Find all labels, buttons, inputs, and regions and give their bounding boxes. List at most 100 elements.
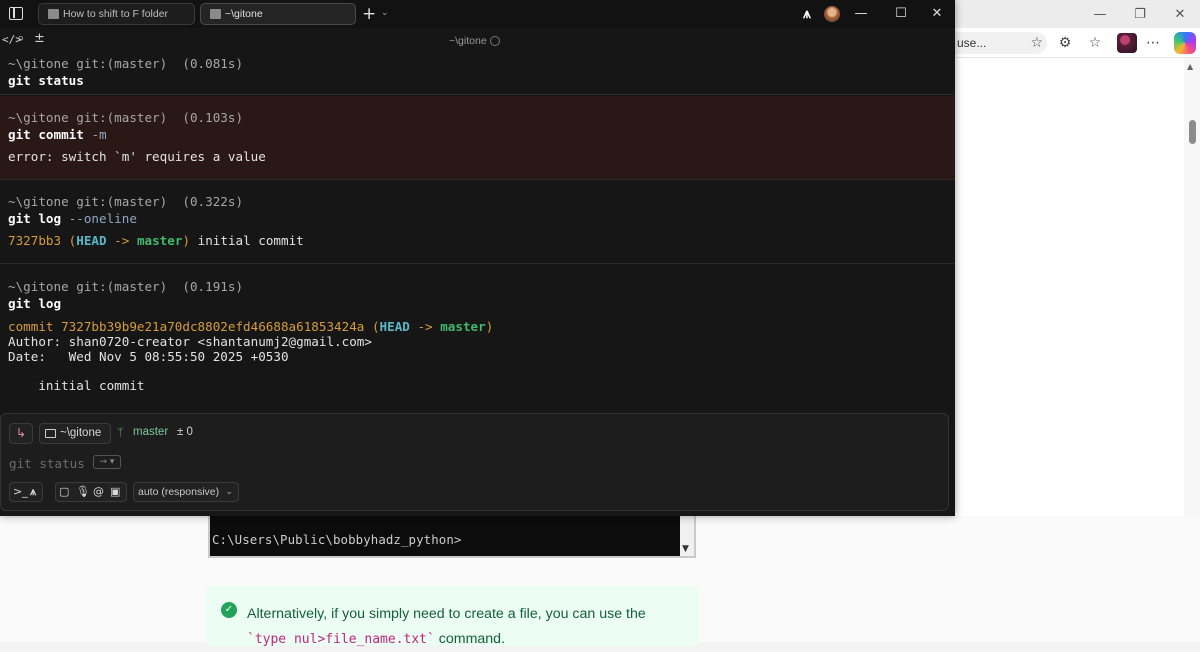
block-output: 7327bb3 (HEAD -> master) initial commit	[8, 233, 304, 248]
maximize-button[interactable]: ☐	[891, 4, 911, 24]
block-prompt: ~\gitone git:(master) (0.191s)	[8, 279, 244, 294]
search-icon[interactable]: ⌕	[17, 31, 24, 46]
warp-logo-icon[interactable]: ⩚	[803, 6, 811, 22]
sidebar-toggle-icon[interactable]	[9, 7, 23, 20]
extensions-icon[interactable]: ⚙	[1055, 33, 1075, 53]
ref-arrow: ->	[409, 319, 441, 334]
browser-minimize-button[interactable]: —	[1080, 0, 1120, 28]
favorite-star-icon[interactable]: ☆	[1030, 32, 1043, 54]
block-prompt: ~\gitone git:(master) (0.081s)	[8, 56, 244, 71]
image-icon[interactable]: ▣	[110, 485, 120, 498]
autosuggest-accept-key[interactable]: → ▾	[93, 455, 121, 469]
copilot-icon[interactable]	[1174, 32, 1196, 54]
cwd-label: ~\gitone	[60, 427, 102, 439]
diff-count: ± 0	[177, 426, 193, 438]
tab-menu-chevron-icon[interactable]: ⌄	[381, 8, 389, 18]
commit-line: commit 7327bb39b9e21a70dc8802efd46688a61…	[8, 319, 493, 334]
minimize-button[interactable]: —	[851, 4, 871, 24]
command-flag: --oneline	[68, 211, 137, 226]
date-line: Date: Wed Nov 5 08:55:50 2025 +0530	[8, 349, 289, 364]
console-scrollbar: ▼	[680, 516, 694, 556]
command-block[interactable]: ~\gitone git:(master) (0.081s) git statu…	[0, 52, 955, 95]
tip-code: `type nul>file_name.txt`	[247, 632, 435, 647]
model-label: auto (responsive)	[138, 486, 220, 498]
agent-mode-icon[interactable]: ⩚	[30, 485, 36, 499]
command-text: git status	[8, 73, 84, 88]
paren-close: )	[485, 319, 494, 334]
head-ref: HEAD	[379, 319, 410, 334]
branch-ref: master	[136, 233, 183, 248]
block-command: git status	[8, 73, 84, 88]
command-mode-chip[interactable]: ↳	[9, 423, 33, 444]
profile-avatar[interactable]	[1117, 33, 1137, 53]
terminal-window: How to shift to F folder ~\gitone + ⌄ ⩚ …	[0, 0, 955, 516]
terminal-toolbar: </> ⌕ ± ~\gitone	[0, 30, 955, 52]
command-block[interactable]: ~\gitone git:(master) (0.322s) git log -…	[0, 180, 955, 264]
block-command: git log	[8, 296, 61, 311]
favorites-icon[interactable]: ☆	[1085, 33, 1105, 53]
microphone-icon[interactable]: 🎙	[76, 485, 90, 498]
block-command: git log --oneline	[8, 211, 137, 226]
git-branch-icon: ᛘ	[117, 426, 124, 439]
terminal-title-bar: How to shift to F folder ~\gitone + ⌄ ⩚ …	[0, 0, 955, 28]
tab-label: How to shift to F folder	[63, 8, 169, 20]
head-ref: HEAD	[76, 233, 107, 248]
more-options-icon[interactable]: ⋯	[1143, 33, 1163, 53]
cwd-chip[interactable]: ~\gitone	[39, 423, 111, 444]
tip-callout: ✓ Alternatively, if you simply need to c…	[206, 586, 699, 647]
scrollbar-thumb[interactable]	[1189, 120, 1196, 144]
block-prompt: ~\gitone git:(master) (0.103s)	[8, 110, 244, 125]
check-circle-icon: ✓	[221, 602, 237, 618]
block-command: git commit -m	[8, 127, 107, 142]
block-prompt: ~\gitone git:(master) (0.322s)	[8, 194, 244, 209]
tip-text: Alternatively, if you simply need to cre…	[247, 602, 687, 652]
tab-how-to-shift[interactable]: How to shift to F folder	[38, 3, 195, 25]
address-text: use...	[957, 36, 987, 50]
user-avatar[interactable]	[824, 6, 840, 22]
browser-window-controls: — ❐ ✕	[1080, 0, 1200, 28]
scroll-down-icon: ▼	[682, 544, 689, 554]
command-block[interactable]: ~\gitone git:(master) (0.191s) git log c…	[0, 264, 955, 413]
file-icon[interactable]: ▢	[59, 485, 69, 498]
block-output: error: switch `m' requires a value	[8, 149, 266, 164]
command-sub: commit	[38, 127, 84, 142]
command-input-panel: ↳ ~\gitone ᛘ master ± 0 → ▾ >_ ⩚ ▢ 🎙 @ ▣…	[0, 413, 949, 511]
command-git: git	[8, 211, 31, 226]
session-title: ~\gitone	[449, 35, 487, 47]
model-select[interactable]: auto (responsive) ⌄	[133, 482, 239, 502]
command-sub: log	[38, 211, 62, 226]
branch-ref: master	[440, 319, 486, 334]
diff-icon[interactable]: ±	[34, 31, 45, 46]
close-button[interactable]: ✕	[927, 4, 947, 24]
status-circle-icon	[490, 36, 500, 46]
ref-arrow: ->	[106, 233, 137, 248]
command-flag: -m	[91, 127, 107, 142]
folder-icon	[45, 429, 56, 438]
browser-restore-button[interactable]: ❐	[1120, 0, 1160, 28]
terminal-mode-icon[interactable]: >_	[13, 485, 28, 498]
terminal-icon	[48, 9, 59, 19]
git-branch-chip[interactable]: ᛘ master ± 0	[115, 423, 205, 444]
browser-close-button[interactable]: ✕	[1160, 0, 1200, 28]
command-sub: log	[38, 296, 62, 311]
author-line: Author: shan0720-creator <shantanumj2@gm…	[8, 334, 372, 349]
mode-toggle-group: >_ ⩚	[9, 482, 43, 502]
tab-gitone[interactable]: ~\gitone	[200, 3, 356, 25]
attachment-group: ▢ 🎙 @ ▣	[55, 482, 127, 502]
commit-hash: 7327bb3	[8, 233, 62, 248]
tab-label: ~\gitone	[225, 8, 263, 20]
message-line: initial commit	[8, 378, 145, 393]
command-git: git	[8, 296, 31, 311]
branch-label: master	[133, 426, 169, 438]
command-git: git	[8, 127, 31, 142]
command-block-error[interactable]: ~\gitone git:(master) (0.103s) git commi…	[0, 96, 955, 180]
scroll-up-icon[interactable]: ▲	[1187, 62, 1193, 71]
paren-open: (	[364, 319, 380, 334]
new-tab-plus-icon[interactable]: +	[362, 4, 376, 24]
command-input[interactable]	[9, 453, 909, 473]
mention-icon[interactable]: @	[93, 485, 104, 498]
commit-full-hash: commit 7327bb39b9e21a70dc8802efd46688a61…	[8, 319, 365, 334]
code-screenshot: C:\Users\Public\bobbyhadz_python> ▼	[208, 516, 696, 558]
console-prompt-text: C:\Users\Public\bobbyhadz_python>	[212, 532, 462, 547]
address-bar[interactable]: use... ☆	[955, 32, 1047, 54]
